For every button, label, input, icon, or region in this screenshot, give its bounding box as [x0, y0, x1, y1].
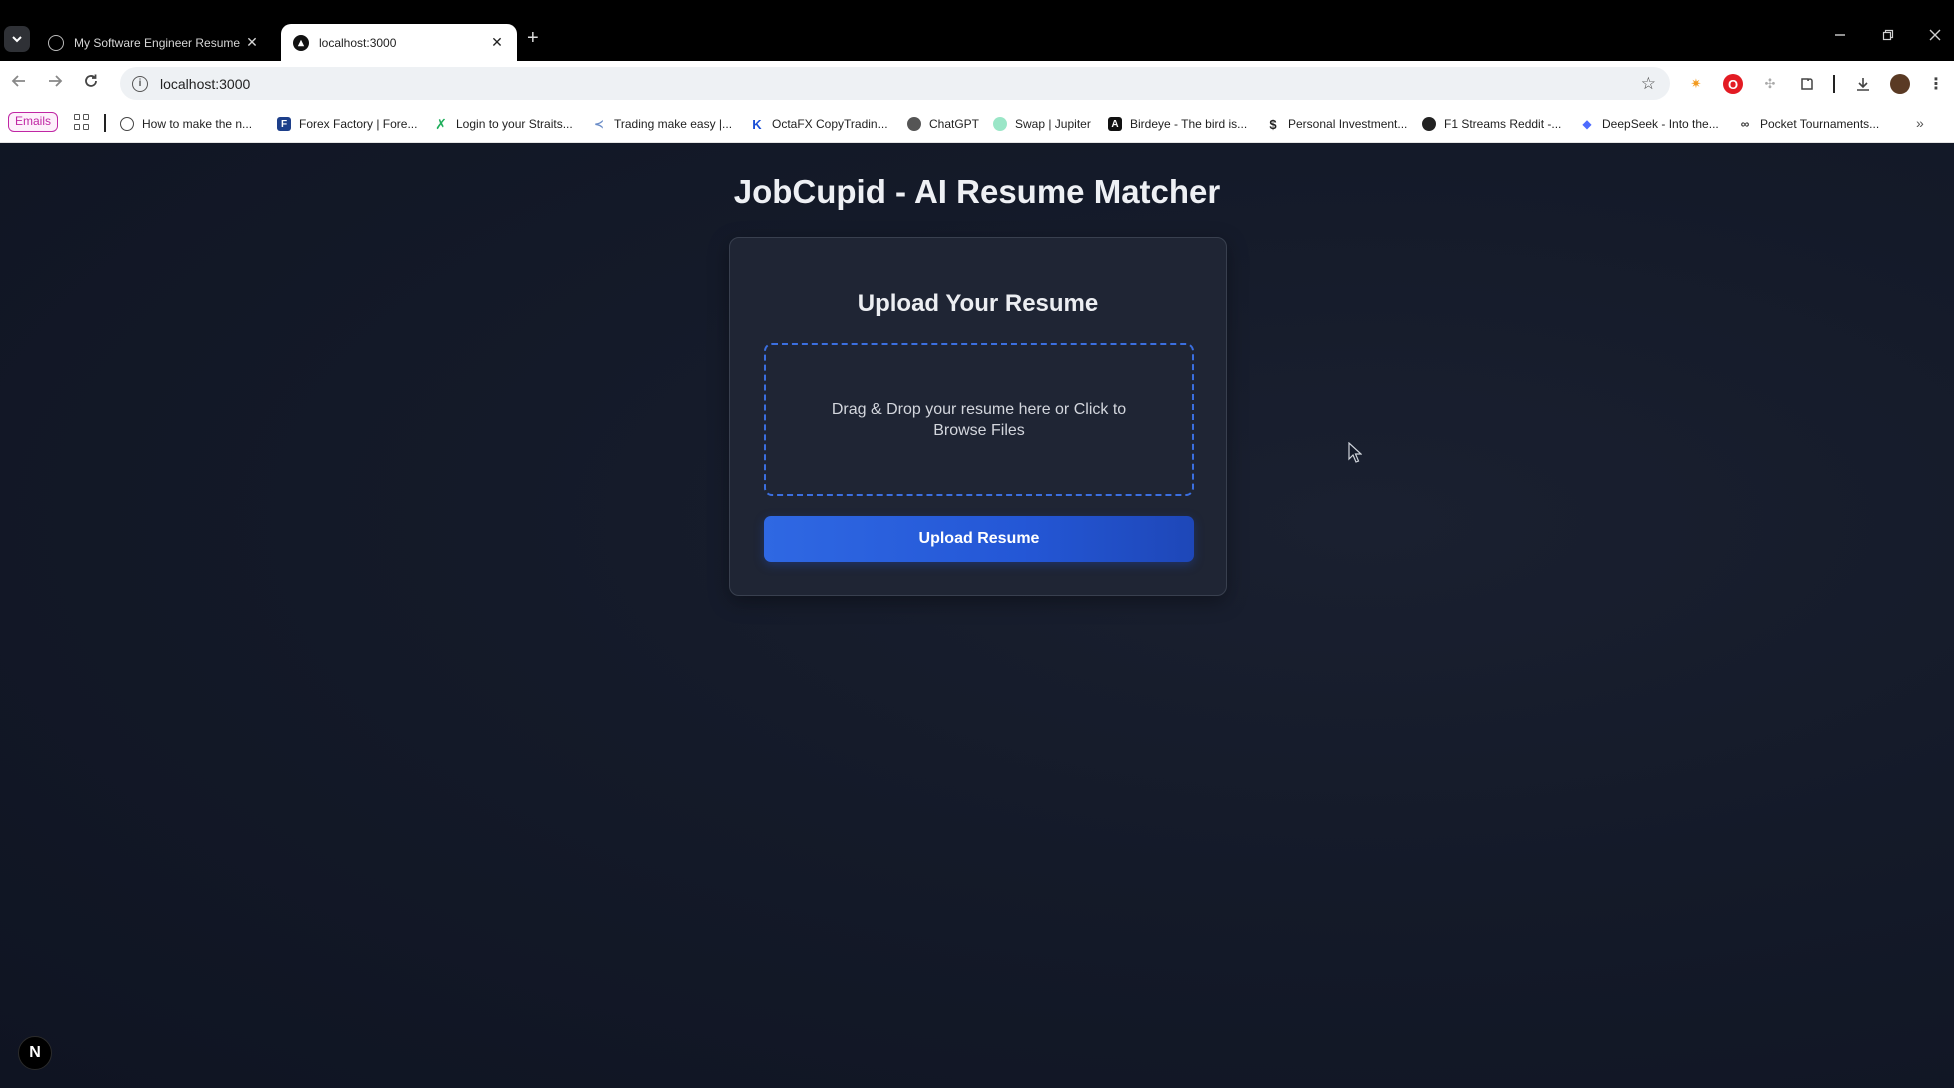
mouse-cursor-icon [1348, 442, 1362, 463]
tab-search-button[interactable] [4, 26, 30, 52]
forward-icon[interactable] [44, 73, 66, 95]
chevron-down-icon [12, 36, 22, 43]
page-viewport: JobCupid - AI Resume Matcher Upload Your… [0, 143, 1954, 1088]
dollar-icon: $ [1269, 116, 1277, 132]
bookmark-item[interactable]: F1 Streams Reddit -... [1422, 114, 1561, 134]
extensions-icon[interactable] [1797, 74, 1817, 94]
minimize-icon[interactable] [1834, 28, 1846, 44]
globe-icon [120, 117, 134, 131]
jupiter-icon [993, 117, 1007, 131]
birdeye-icon: A [1108, 117, 1122, 131]
vercel-triangle-icon [293, 34, 309, 51]
new-tab-button[interactable]: + [527, 28, 539, 48]
back-icon[interactable] [8, 73, 30, 95]
reload-icon[interactable] [80, 73, 102, 95]
resume-dropzone[interactable]: Drag & Drop your resume here or Click to… [764, 343, 1194, 496]
download-icon[interactable] [1853, 74, 1873, 94]
bookmark-item[interactable]: ✗ Login to your Straits... [434, 114, 573, 134]
opera-icon[interactable]: O [1723, 74, 1743, 94]
bookmark-star-icon[interactable]: ☆ [1641, 74, 1656, 94]
more-bookmarks-icon[interactable]: » [1916, 115, 1924, 131]
deepseek-icon: ◆ [1582, 117, 1592, 131]
profile-avatar[interactable] [1890, 74, 1910, 94]
restore-icon[interactable] [1882, 28, 1894, 44]
extension-sun-icon[interactable]: ✷ [1686, 74, 1706, 94]
bookmark-item[interactable]: K OctaFX CopyTradin... [750, 114, 887, 134]
straits-icon: ✗ [435, 115, 447, 132]
tab-resume[interactable]: My Software Engineer Resume ✕ [36, 24, 272, 61]
url-text: localhost:3000 [160, 75, 251, 92]
tab-localhost[interactable]: localhost:3000 ✕ [281, 24, 517, 61]
octafx-icon: K [752, 116, 762, 132]
bookmark-item[interactable]: Swap | Jupiter [993, 114, 1091, 134]
browser-toolbar: i localhost:3000 ☆ ✷ O ✣ ⋮ [0, 61, 1954, 106]
bookmark-item[interactable]: How to make the n... [120, 114, 252, 134]
globe-icon [48, 34, 64, 51]
puzzle-extension-icon[interactable]: ✣ [1760, 74, 1780, 94]
reddit-icon [1422, 117, 1436, 131]
pocket-icon: ∞ [1740, 117, 1750, 131]
trading-icon: ≺ [593, 117, 605, 131]
tab-title: localhost:3000 [319, 35, 397, 50]
toolbar-divider [1833, 75, 1835, 93]
chatgpt-icon [907, 117, 921, 131]
tab-title: My Software Engineer Resume [74, 35, 241, 50]
kebab-menu-icon[interactable]: ⋮ [1926, 74, 1946, 94]
bookmarks-divider [104, 114, 106, 132]
page-title: JobCupid - AI Resume Matcher [733, 173, 1221, 210]
upload-card: Upload Your Resume Drag & Drop your resu… [729, 237, 1227, 596]
bookmark-item[interactable]: ◆ DeepSeek - Into the... [1580, 114, 1718, 134]
window-close-icon[interactable] [1929, 28, 1941, 44]
site-info-icon[interactable]: i [132, 75, 148, 92]
upload-resume-button[interactable]: Upload Resume [764, 516, 1194, 562]
dropzone-text: Drag & Drop your resume here or Click to… [831, 400, 1127, 439]
close-icon[interactable]: ✕ [489, 34, 505, 51]
nextjs-badge[interactable]: N [18, 1036, 52, 1070]
bookmark-item[interactable]: F Forex Factory | Fore... [277, 114, 417, 134]
close-icon[interactable]: ✕ [244, 34, 260, 51]
bookmark-item[interactable]: ChatGPT [907, 114, 979, 134]
tab-strip: My Software Engineer Resume ✕ localhost:… [0, 0, 1954, 61]
card-title: Upload Your Resume [857, 290, 1099, 317]
bookmark-item[interactable]: A Birdeye - The bird is... [1108, 114, 1247, 134]
forex-factory-icon: F [277, 117, 291, 131]
address-bar[interactable]: i localhost:3000 ☆ [120, 67, 1670, 100]
apps-grid-icon[interactable] [74, 114, 90, 130]
bookmark-emails[interactable]: Emails [8, 112, 59, 132]
bookmark-item[interactable]: ∞ Pocket Tournaments... [1738, 114, 1879, 134]
bookmarks-bar: Emails How to make the n... F Forex Fact… [0, 106, 1954, 143]
bookmark-item[interactable]: $ Personal Investment... [1266, 114, 1407, 134]
bookmark-item[interactable]: ≺ Trading make easy |... [592, 114, 732, 134]
